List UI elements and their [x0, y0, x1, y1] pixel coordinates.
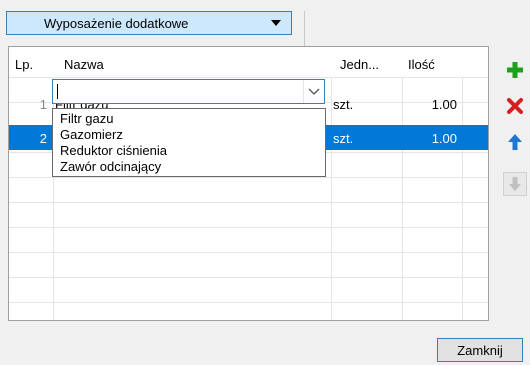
grid-row-divider: [9, 177, 488, 178]
header-unit[interactable]: Jedn...: [340, 57, 379, 72]
delete-row-button[interactable]: [503, 94, 527, 118]
up-arrow-icon: [508, 134, 522, 150]
grid-column-divider: [402, 47, 403, 320]
dropdown-option[interactable]: Filtr gazu: [60, 111, 113, 126]
add-row-button[interactable]: [503, 58, 527, 82]
equipment-dropdown-label: Wyposażenie dodatkowe: [44, 16, 189, 31]
dropdown-option[interactable]: Gazomierz: [60, 127, 123, 142]
down-arrow-icon: [509, 177, 521, 191]
toolbar-divider: [304, 11, 305, 46]
row-qty[interactable]: 1.00: [404, 97, 457, 112]
name-dropdown-list[interactable]: Filtr gazu Gazomierz Reduktor ciśnienia …: [52, 108, 326, 177]
header-qty[interactable]: Ilość: [408, 57, 435, 72]
grid-row-divider: [9, 302, 488, 303]
row-qty[interactable]: 1.00: [404, 131, 457, 146]
grid-column-divider: [331, 47, 332, 320]
grid-column-divider: [462, 47, 463, 320]
grid-row-divider: [9, 202, 488, 203]
header-lp[interactable]: Lp.: [15, 57, 33, 72]
dropdown-option[interactable]: Reduktor ciśnienia: [60, 143, 167, 158]
plus-icon: [507, 62, 523, 78]
row-lp: 1: [39, 97, 47, 112]
row-unit[interactable]: szt.: [333, 131, 353, 146]
move-down-button[interactable]: [503, 172, 527, 196]
grid-header: Lp. Nazwa Jedn... Ilość: [9, 47, 488, 77]
grid-row-divider: [9, 77, 488, 78]
row-unit[interactable]: szt.: [333, 97, 353, 112]
triangle-down-icon: [271, 20, 281, 26]
grid-row-divider: [9, 252, 488, 253]
close-button[interactable]: Zamknij: [437, 338, 523, 362]
move-up-button[interactable]: [503, 130, 527, 154]
dropdown-option[interactable]: Zawór odcinający: [60, 159, 161, 174]
equipment-dropdown-button[interactable]: Wyposażenie dodatkowe: [6, 11, 292, 35]
header-name[interactable]: Nazwa: [64, 57, 104, 72]
chevron-down-icon[interactable]: [303, 80, 324, 103]
row-lp: 2: [39, 131, 47, 146]
x-icon: [507, 98, 523, 114]
grid-row-divider: [9, 227, 488, 228]
name-combobox[interactable]: [52, 79, 325, 104]
text-caret: [57, 84, 58, 99]
grid-row-divider: [9, 277, 488, 278]
